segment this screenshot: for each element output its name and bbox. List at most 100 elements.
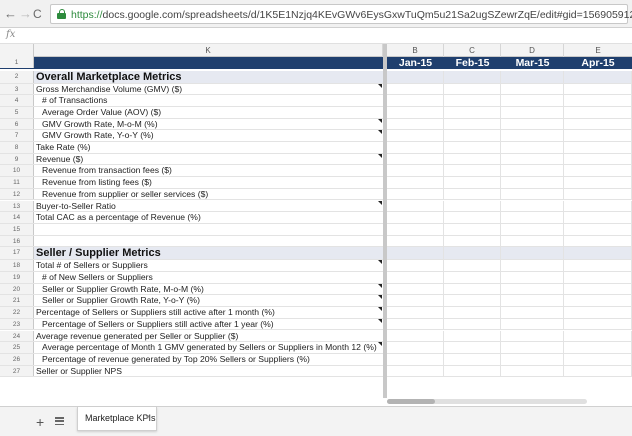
data-cell[interactable] bbox=[564, 295, 632, 307]
table-row[interactable]: 20 Seller or Supplier Growth Rate, M-o-M … bbox=[0, 283, 632, 296]
data-cell[interactable] bbox=[387, 142, 444, 153]
cell-note-indicator-icon[interactable] bbox=[378, 260, 382, 265]
table-row[interactable]: 16 bbox=[0, 235, 632, 248]
table-row[interactable]: 12 Revenue from supplier or seller servic… bbox=[0, 188, 632, 201]
data-cell[interactable] bbox=[444, 295, 501, 307]
data-cell[interactable] bbox=[501, 272, 564, 283]
data-cell[interactable] bbox=[501, 247, 564, 260]
data-cell[interactable] bbox=[387, 177, 444, 188]
data-cell[interactable] bbox=[444, 272, 501, 283]
data-cell[interactable] bbox=[387, 318, 444, 330]
data-cell[interactable] bbox=[387, 295, 444, 307]
metric-label[interactable]: Percentage of revenue generated by Top 2… bbox=[34, 354, 383, 365]
sheet-tab-marketplace-kpis[interactable]: Marketplace KPIs ▾ bbox=[77, 407, 157, 431]
metric-label[interactable]: Average revenue generated per Seller or … bbox=[34, 331, 383, 342]
data-cell[interactable] bbox=[564, 353, 632, 365]
add-sheet-icon[interactable]: + bbox=[36, 415, 44, 429]
section-title[interactable]: Overall Marketplace Metrics bbox=[34, 70, 383, 83]
data-cell[interactable] bbox=[501, 165, 564, 177]
data-cell[interactable] bbox=[564, 342, 632, 353]
data-cell[interactable] bbox=[387, 353, 444, 365]
row-number[interactable]: 16 bbox=[0, 235, 34, 247]
data-cell[interactable] bbox=[564, 247, 632, 260]
data-cell[interactable] bbox=[564, 212, 632, 223]
month-header-mar[interactable]: Mar-15 bbox=[501, 57, 564, 69]
row-number[interactable]: 7 bbox=[0, 130, 34, 141]
cell-note-indicator-icon[interactable] bbox=[378, 130, 382, 135]
select-all-corner[interactable] bbox=[0, 44, 34, 57]
table-row[interactable]: 23 Percentage of Sellers or Suppliers sti… bbox=[0, 318, 632, 331]
data-cell[interactable] bbox=[387, 212, 444, 223]
row-number[interactable]: 6 bbox=[0, 118, 34, 130]
data-cell[interactable] bbox=[564, 272, 632, 283]
row-number[interactable]: 21 bbox=[0, 295, 34, 307]
data-cell[interactable] bbox=[444, 247, 501, 260]
data-cell[interactable] bbox=[501, 307, 564, 318]
data-cell[interactable] bbox=[564, 283, 632, 295]
data-cell[interactable] bbox=[501, 142, 564, 153]
horizontal-scrollbar-thumb[interactable] bbox=[387, 399, 435, 404]
data-cell[interactable] bbox=[387, 95, 444, 106]
table-row[interactable]: 21 Seller or Supplier Growth Rate, Y-o-Y … bbox=[0, 295, 632, 308]
table-row[interactable]: 24 Average revenue generated per Seller o… bbox=[0, 330, 632, 343]
data-cell[interactable] bbox=[387, 235, 444, 247]
data-cell[interactable] bbox=[387, 106, 444, 118]
table-row[interactable]: 9 Revenue ($) bbox=[0, 153, 632, 166]
data-cell[interactable] bbox=[564, 330, 632, 342]
data-cell[interactable] bbox=[564, 223, 632, 235]
data-cell[interactable] bbox=[501, 200, 564, 212]
table-row[interactable]: 7 GMV Growth Rate, Y-o-Y (%) bbox=[0, 130, 632, 142]
row-number[interactable]: 18 bbox=[0, 260, 34, 271]
row-number[interactable]: 4 bbox=[0, 95, 34, 106]
cell-note-indicator-icon[interactable] bbox=[378, 153, 382, 158]
metric-label[interactable]: Revenue from listing fees ($) bbox=[34, 177, 383, 188]
metric-label[interactable]: Total CAC as a percentage of Revenue (%) bbox=[34, 212, 383, 223]
data-cell[interactable] bbox=[387, 283, 444, 295]
data-cell[interactable] bbox=[444, 142, 501, 153]
data-cell[interactable] bbox=[501, 177, 564, 188]
data-cell[interactable] bbox=[444, 200, 501, 212]
data-cell[interactable] bbox=[564, 235, 632, 247]
data-cell[interactable] bbox=[501, 235, 564, 247]
row-number[interactable]: 3 bbox=[0, 83, 34, 95]
metric-label[interactable]: Take Rate (%) bbox=[34, 142, 383, 153]
table-row[interactable]: 26 Percentage of revenue generated by Top… bbox=[0, 353, 632, 366]
back-arrow-icon[interactable]: ← bbox=[4, 7, 17, 21]
metric-label[interactable]: Average percentage of Month 1 GMV genera… bbox=[34, 342, 383, 353]
data-cell[interactable] bbox=[444, 307, 501, 318]
row-number[interactable]: 25 bbox=[0, 342, 34, 353]
metric-label[interactable]: Percentage of Sellers or Suppliers still… bbox=[34, 307, 383, 318]
data-cell[interactable] bbox=[387, 118, 444, 130]
data-cell[interactable] bbox=[501, 283, 564, 295]
row-number[interactable]: 22 bbox=[0, 307, 34, 318]
data-cell[interactable] bbox=[444, 95, 501, 106]
data-cell[interactable] bbox=[444, 283, 501, 295]
metric-label[interactable]: Revenue ($) bbox=[34, 154, 383, 165]
data-cell[interactable] bbox=[501, 353, 564, 365]
data-cell[interactable] bbox=[444, 165, 501, 177]
data-cell[interactable] bbox=[501, 188, 564, 200]
cell-note-indicator-icon[interactable] bbox=[378, 307, 382, 312]
data-cell[interactable] bbox=[501, 330, 564, 342]
month-header-jan[interactable]: Jan-15 bbox=[387, 57, 444, 69]
row-number[interactable]: 10 bbox=[0, 165, 34, 177]
data-cell[interactable] bbox=[564, 118, 632, 130]
data-cell[interactable] bbox=[444, 223, 501, 235]
table-row[interactable]: 18 Total # of Sellers or Suppliers bbox=[0, 260, 632, 272]
cell-note-indicator-icon[interactable] bbox=[378, 295, 382, 300]
row-number[interactable]: 9 bbox=[0, 153, 34, 165]
data-cell[interactable] bbox=[564, 318, 632, 330]
row-number[interactable]: 1 bbox=[0, 57, 34, 68]
metric-label[interactable]: GMV Growth Rate, Y-o-Y (%) bbox=[34, 130, 383, 141]
data-cell[interactable] bbox=[501, 260, 564, 271]
data-cell[interactable] bbox=[564, 106, 632, 118]
data-cell[interactable] bbox=[444, 83, 501, 95]
metric-label[interactable]: Seller or Supplier Growth Rate, M-o-M (%… bbox=[34, 284, 383, 295]
column-header-k[interactable]: K bbox=[34, 44, 383, 57]
column-header-e[interactable]: E bbox=[564, 44, 632, 57]
row-number[interactable]: 27 bbox=[0, 365, 34, 377]
data-cell[interactable] bbox=[501, 342, 564, 353]
section-title[interactable]: Seller / Supplier Metrics bbox=[34, 247, 383, 260]
data-cell[interactable] bbox=[564, 177, 632, 188]
table-row[interactable]: 8 Take Rate (%) bbox=[0, 142, 632, 154]
